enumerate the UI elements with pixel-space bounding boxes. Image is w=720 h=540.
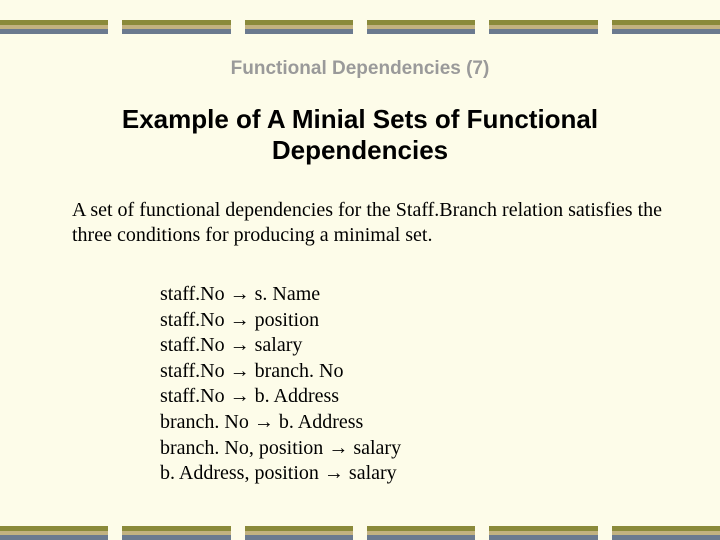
decorative-bar-bottom: [0, 526, 720, 540]
slide-body: A set of functional dependencies for the…: [72, 198, 662, 248]
arrow-icon: →: [230, 309, 250, 331]
decorative-bar-top: [0, 20, 720, 34]
fd-item: staff.No → salary: [160, 333, 401, 359]
fd-item: branch. No, position → salary: [160, 436, 401, 462]
arrow-icon: →: [230, 334, 250, 356]
fd-list: staff.No → s. Name staff.No → position s…: [160, 282, 401, 487]
fd-item: staff.No → b. Address: [160, 384, 401, 410]
arrow-icon: →: [328, 437, 348, 459]
fd-item: staff.No → s. Name: [160, 282, 401, 308]
arrow-icon: →: [324, 462, 344, 484]
fd-item: b. Address, position → salary: [160, 461, 401, 487]
fd-item: staff.No → branch. No: [160, 359, 401, 385]
arrow-icon: →: [230, 385, 250, 407]
fd-item: staff.No → position: [160, 308, 401, 334]
breadcrumb: Functional Dependencies (7): [0, 58, 720, 80]
fd-item: branch. No → b. Address: [160, 410, 401, 436]
slide-title: Example of A Minial Sets of Functional D…: [80, 104, 640, 166]
arrow-icon: →: [230, 283, 250, 305]
arrow-icon: →: [230, 360, 250, 382]
arrow-icon: →: [254, 411, 274, 433]
